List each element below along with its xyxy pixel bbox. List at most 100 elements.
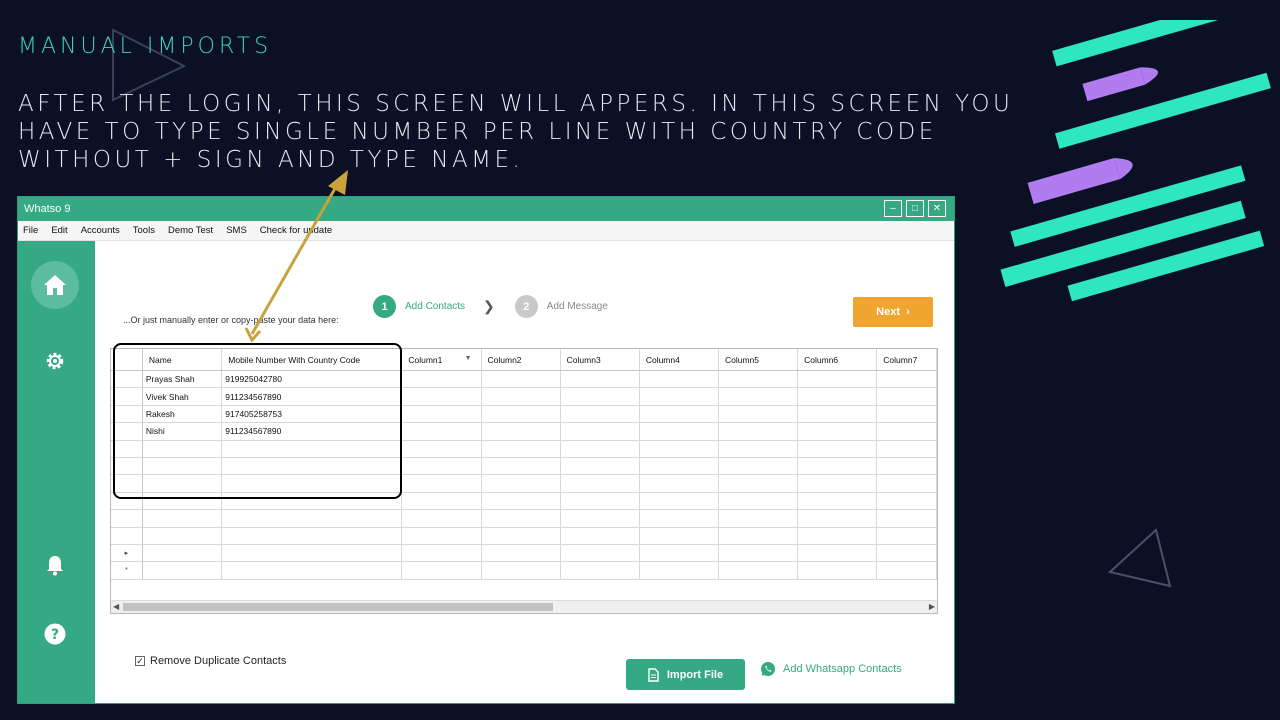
grid-cell[interactable] bbox=[797, 405, 878, 424]
add-whatsapp-contacts-link[interactable]: Add Whatsapp Contacts bbox=[760, 661, 902, 677]
grid-cell[interactable] bbox=[401, 422, 482, 441]
grid-cell[interactable] bbox=[481, 457, 561, 476]
grid-cell[interactable] bbox=[876, 544, 937, 563]
gear-icon[interactable] bbox=[31, 337, 79, 385]
grid-cell[interactable] bbox=[142, 492, 223, 511]
minimize-icon[interactable]: – bbox=[884, 200, 902, 217]
table-row[interactable] bbox=[111, 474, 937, 493]
grid-cell[interactable] bbox=[718, 527, 799, 545]
grid-cell[interactable] bbox=[481, 370, 561, 389]
grid-cell[interactable] bbox=[560, 544, 640, 563]
grid-cell[interactable] bbox=[797, 457, 878, 476]
grid-cell[interactable] bbox=[560, 492, 640, 511]
table-row[interactable]: ▸ bbox=[111, 544, 937, 563]
grid-cell[interactable] bbox=[639, 492, 719, 511]
grid-cell[interactable] bbox=[401, 561, 482, 580]
grid-cell[interactable] bbox=[221, 440, 403, 458]
grid-cell[interactable] bbox=[142, 561, 223, 580]
grid-cell[interactable] bbox=[481, 544, 561, 563]
column-header-column2[interactable]: Column2 bbox=[481, 349, 561, 371]
grid-cell[interactable] bbox=[401, 387, 482, 406]
remove-duplicates-checkbox[interactable]: ✓ bbox=[135, 656, 145, 666]
grid-cell[interactable] bbox=[718, 405, 799, 424]
column-header-column7[interactable]: Column7 bbox=[876, 349, 937, 371]
grid-cell[interactable] bbox=[718, 457, 799, 476]
table-row[interactable] bbox=[111, 527, 937, 545]
grid-cell[interactable] bbox=[797, 387, 878, 406]
grid-cell[interactable] bbox=[560, 370, 640, 389]
grid-cell[interactable] bbox=[639, 544, 719, 563]
cell-name[interactable]: Rakesh bbox=[142, 405, 223, 424]
grid-cell[interactable] bbox=[560, 561, 640, 580]
table-row[interactable]: Vivek Shah 911234567890 bbox=[111, 387, 937, 406]
grid-cell[interactable] bbox=[560, 405, 640, 424]
grid-cell[interactable] bbox=[718, 492, 799, 511]
row-header[interactable] bbox=[111, 492, 143, 511]
menu-tools[interactable]: Tools bbox=[128, 225, 163, 236]
grid-cell[interactable] bbox=[639, 405, 719, 424]
grid-cell[interactable] bbox=[639, 457, 719, 476]
grid-cell[interactable] bbox=[639, 387, 719, 406]
grid-cell[interactable] bbox=[142, 440, 223, 458]
row-header[interactable] bbox=[111, 370, 143, 389]
cell-mobile[interactable]: 917405258753 bbox=[221, 405, 403, 424]
scrollbar-thumb[interactable] bbox=[123, 603, 553, 611]
remove-duplicates-option[interactable]: ✓ Remove Duplicate Contacts bbox=[135, 655, 286, 667]
grid-cell[interactable] bbox=[718, 422, 799, 441]
grid-cell[interactable] bbox=[481, 387, 561, 406]
cell-mobile[interactable]: 911234567890 bbox=[221, 422, 403, 441]
grid-cell[interactable] bbox=[560, 527, 640, 545]
grid-cell[interactable] bbox=[797, 370, 878, 389]
row-header[interactable] bbox=[111, 474, 143, 493]
cell-name[interactable]: Prayas Shah bbox=[142, 370, 223, 389]
home-icon[interactable] bbox=[31, 261, 79, 309]
grid-cell[interactable] bbox=[221, 474, 403, 493]
grid-cell[interactable] bbox=[718, 474, 799, 493]
grid-cell[interactable] bbox=[797, 527, 878, 545]
next-button[interactable]: Next › bbox=[853, 297, 933, 327]
row-header[interactable] bbox=[111, 457, 143, 476]
menu-demo-test[interactable]: Demo Test bbox=[163, 225, 221, 236]
column-header-column4[interactable]: Column4 bbox=[639, 349, 719, 371]
cell-name[interactable]: Vivek Shah bbox=[142, 387, 223, 406]
grid-cell[interactable] bbox=[221, 457, 403, 476]
grid-cell[interactable] bbox=[876, 492, 937, 511]
grid-cell[interactable] bbox=[560, 440, 640, 458]
grid-cell[interactable] bbox=[639, 509, 719, 528]
menu-sms[interactable]: SMS bbox=[221, 225, 255, 236]
column-header-name[interactable]: Name bbox=[142, 349, 223, 371]
grid-cell[interactable] bbox=[797, 492, 878, 511]
grid-cell[interactable] bbox=[401, 492, 482, 511]
grid-cell[interactable] bbox=[481, 527, 561, 545]
grid-cell[interactable] bbox=[639, 422, 719, 441]
cell-mobile[interactable]: 911234567890 bbox=[221, 387, 403, 406]
row-header[interactable] bbox=[111, 405, 143, 424]
grid-cell[interactable] bbox=[481, 509, 561, 528]
grid-cell[interactable] bbox=[718, 544, 799, 563]
grid-cell[interactable] bbox=[718, 561, 799, 580]
grid-cell[interactable] bbox=[481, 405, 561, 424]
menu-edit[interactable]: Edit bbox=[46, 225, 75, 236]
grid-cell[interactable] bbox=[718, 370, 799, 389]
grid-cell[interactable] bbox=[401, 474, 482, 493]
table-row[interactable] bbox=[111, 457, 937, 476]
grid-cell[interactable] bbox=[221, 561, 403, 580]
current-row-indicator-icon[interactable]: ▸ bbox=[111, 544, 143, 563]
grid-cell[interactable] bbox=[797, 474, 878, 493]
column-header-column3[interactable]: Column3 bbox=[560, 349, 640, 371]
dropdown-arrow-icon[interactable]: ▼ bbox=[465, 355, 472, 362]
grid-cell[interactable] bbox=[876, 561, 937, 580]
column-header-column1[interactable]: Column1 ▼ bbox=[401, 349, 482, 371]
grid-cell[interactable] bbox=[221, 509, 403, 528]
row-header[interactable] bbox=[111, 509, 143, 528]
grid-cell[interactable] bbox=[639, 440, 719, 458]
grid-cell[interactable] bbox=[221, 544, 403, 563]
grid-cell[interactable] bbox=[876, 457, 937, 476]
grid-cell[interactable] bbox=[221, 492, 403, 511]
table-row[interactable] bbox=[111, 492, 937, 511]
grid-cell[interactable] bbox=[560, 509, 640, 528]
grid-cell[interactable] bbox=[876, 440, 937, 458]
grid-cell[interactable] bbox=[718, 509, 799, 528]
row-header[interactable] bbox=[111, 527, 143, 545]
contacts-grid[interactable]: Name Mobile Number With Country Code Col… bbox=[110, 348, 938, 614]
